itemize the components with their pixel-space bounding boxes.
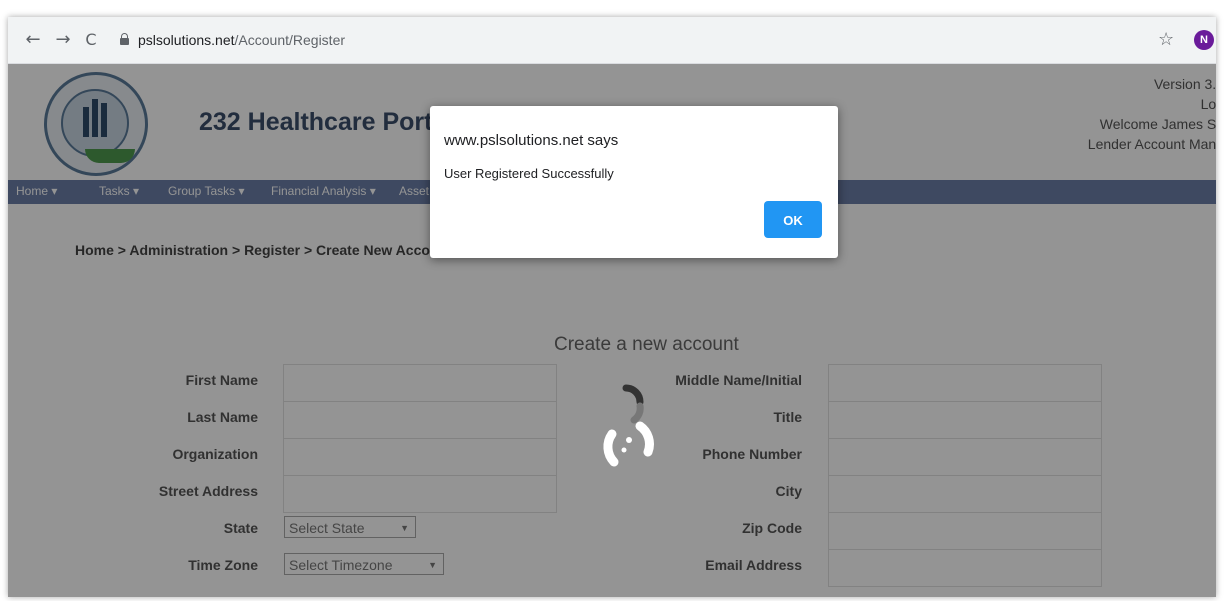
url-host: pslsolutions.net bbox=[138, 32, 235, 48]
address-bar[interactable]: pslsolutions.net/Account/Register bbox=[112, 26, 1152, 54]
forward-icon[interactable]: → bbox=[52, 29, 74, 51]
dialog-message: User Registered Successfully bbox=[444, 166, 614, 181]
lock-icon bbox=[120, 33, 129, 45]
browser-window: ← → C pslsolutions.net/Account/Register … bbox=[8, 17, 1216, 597]
dialog-title: www.pslsolutions.net says bbox=[444, 132, 619, 149]
ok-button[interactable]: OK bbox=[764, 201, 822, 238]
browser-toolbar: ← → C pslsolutions.net/Account/Register … bbox=[8, 17, 1216, 64]
alert-dialog: www.pslsolutions.net says User Registere… bbox=[430, 106, 838, 258]
profile-avatar[interactable]: N bbox=[1194, 30, 1214, 50]
reload-icon[interactable]: C bbox=[80, 29, 102, 51]
url-path: /Account/Register bbox=[234, 32, 346, 48]
page-content: 232 Healthcare Portal Version 3.0 Log We… bbox=[8, 64, 1216, 597]
bookmark-star-icon[interactable]: ☆ bbox=[1158, 29, 1174, 51]
url-text: pslsolutions.net/Account/Register bbox=[138, 32, 345, 48]
back-icon[interactable]: ← bbox=[22, 29, 44, 51]
loading-spinner-icon bbox=[603, 384, 654, 467]
